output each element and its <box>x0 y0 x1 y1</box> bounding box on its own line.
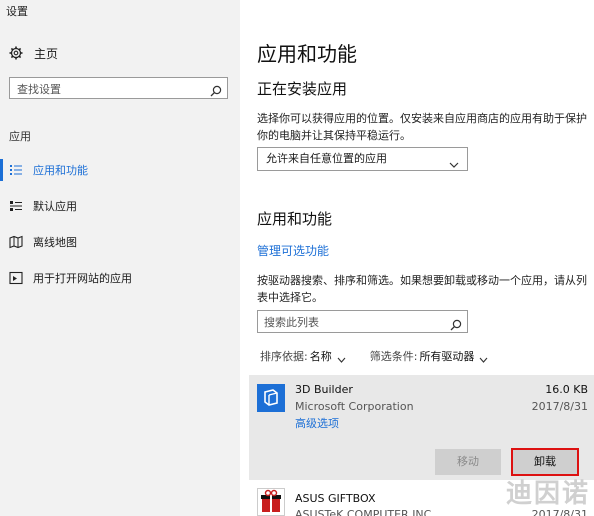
app-publisher: Microsoft Corporation <box>295 400 414 413</box>
sort-value: 名称 <box>309 350 332 363</box>
map-icon <box>9 235 23 249</box>
app-publisher: ASUSTeK COMPUTER INC. <box>295 508 435 516</box>
sidebar-nav: 应用和功能 默认应用 离线地图 用于打开网站的应用 <box>0 152 240 296</box>
sidebar-item-offline-maps[interactable]: 离线地图 <box>0 224 240 260</box>
gift-box-app-icon <box>257 488 285 516</box>
sidebar-item-label: 用于打开网站的应用 <box>33 272 132 285</box>
app-install-date: 2017/8/31 <box>531 400 588 413</box>
settings-search-input[interactable] <box>10 79 200 100</box>
sidebar-item-default-apps[interactable]: 默认应用 <box>0 188 240 224</box>
apps-section-description: 按驱动器搜索、排序和筛选。如果想要卸载或移动一个应用，请从列表中选择它。 <box>257 274 587 304</box>
app-list-search-box[interactable] <box>257 310 468 333</box>
search-icon[interactable] <box>450 316 462 331</box>
home-label: 主页 <box>34 46 59 61</box>
window-title: 设置 <box>6 5 28 18</box>
uninstall-button[interactable]: 卸载 <box>511 448 579 476</box>
install-section-heading: 正在安装应用 <box>257 80 348 98</box>
sort-dropdown[interactable]: 排序依据: 名称 <box>260 348 346 364</box>
install-source-dropdown[interactable]: 允许来自任意位置的应用 <box>257 147 468 171</box>
list-icon <box>9 163 23 177</box>
sort-label: 排序依据: <box>260 350 308 363</box>
sidebar-item-apps-features[interactable]: 应用和功能 <box>0 152 240 188</box>
section-label-apps: 应用 <box>9 130 31 143</box>
move-button[interactable]: 移动 <box>435 449 501 475</box>
chevron-down-icon <box>449 155 459 168</box>
app-list-search-input[interactable] <box>258 312 443 333</box>
watermark-logo: 迪因诺 <box>505 479 590 509</box>
app-name: 3D Builder <box>295 383 353 396</box>
gear-icon <box>9 46 23 60</box>
default-apps-icon <box>9 199 23 213</box>
main-content: 应用和功能 正在安装应用 选择你可以获得应用的位置。仅安装来自应用商店的应用有助… <box>249 0 594 516</box>
install-source-value: 允许来自任意位置的应用 <box>266 152 387 165</box>
app-list-item-selected[interactable]: 3D Builder Microsoft Corporation 高级选项 16… <box>249 375 594 480</box>
filter-value: 所有驱动器 <box>419 350 475 363</box>
web-app-icon <box>9 271 23 285</box>
3d-builder-app-icon <box>257 384 285 412</box>
filter-label: 筛选条件: <box>369 350 418 363</box>
sidebar: 设置 主页 应用 应用和功能 默认应用 离线地图 <box>0 0 240 516</box>
app-name: ASUS GIFTBOX <box>295 492 376 505</box>
filter-dropdown[interactable]: 筛选条件: 所有驱动器 <box>370 348 489 364</box>
search-icon[interactable] <box>210 82 222 97</box>
page-title: 应用和功能 <box>257 42 357 66</box>
home-link[interactable]: 主页 <box>9 44 58 62</box>
chevron-down-icon <box>337 353 346 363</box>
install-section-description: 选择你可以获得应用的位置。仅安装来自应用商店的应用有助于保护你的电脑并让其保持平… <box>257 112 587 142</box>
manage-optional-features-link[interactable]: 管理可选功能 <box>257 242 329 259</box>
sidebar-item-label: 应用和功能 <box>33 164 88 177</box>
settings-search-box[interactable] <box>9 77 228 100</box>
chevron-down-icon <box>479 353 488 363</box>
list-filters: 排序依据: 名称 筛选条件: 所有驱动器 <box>260 348 512 364</box>
app-size: 16.0 KB <box>545 383 588 396</box>
sidebar-item-web-apps[interactable]: 用于打开网站的应用 <box>0 260 240 296</box>
sidebar-item-label: 离线地图 <box>33 236 77 249</box>
apps-section-heading: 应用和功能 <box>257 210 333 228</box>
sidebar-item-label: 默认应用 <box>33 200 77 213</box>
advanced-options-link[interactable]: 高级选项 <box>295 415 339 431</box>
